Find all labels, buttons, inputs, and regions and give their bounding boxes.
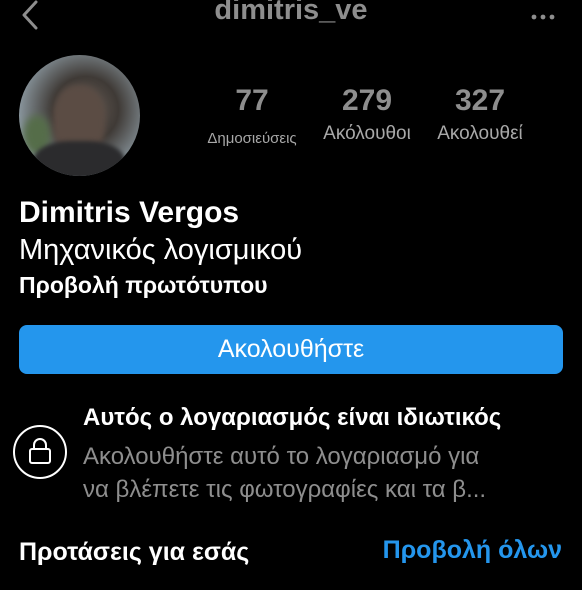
profile-username: dimitris_ve — [214, 0, 368, 26]
more-options-button[interactable] — [530, 4, 556, 24]
bio-text: Μηχανικός λογισμικού — [19, 234, 303, 266]
stat-followers[interactable]: 279 Ακόλουθοι — [312, 83, 422, 147]
private-desc-line-1: Ακολουθήστε αυτό το λογαριασμό για — [83, 443, 480, 470]
more-horizontal-icon — [531, 14, 555, 20]
private-lock-badge — [13, 425, 67, 479]
stat-followers-label: Ακόλουθοι — [323, 123, 411, 144]
display-name: Dimitris Vergos — [19, 196, 240, 229]
profile-page: dimitris_ve 77 Δημοσιεύσεις 279 Ακόλουθο… — [0, 0, 582, 590]
stat-posts-label: Δημοσιεύσεις — [207, 130, 297, 147]
stat-following-count: 327 — [454, 84, 506, 117]
view-original-link[interactable]: Προβολή πρωτότυπου — [19, 272, 268, 299]
follow-button[interactable]: Ακολουθήστε — [19, 325, 563, 374]
private-desc-line-2: να βλέπετε τις φωτογραφίες και τα β... — [83, 476, 487, 503]
stat-following[interactable]: 327 Ακολουθεί — [426, 83, 534, 147]
private-account-description: Ακολουθήστε αυτό το λογαριασμό για να βλ… — [83, 440, 573, 506]
suggestions-heading: Προτάσεις για εσάς — [19, 538, 250, 566]
stat-followers-count: 279 — [341, 84, 393, 117]
stat-posts[interactable]: 77 Δημοσιεύσεις — [200, 83, 304, 152]
avatar[interactable] — [19, 55, 140, 176]
stat-posts-count: 77 — [235, 84, 269, 117]
private-account-title: Αυτός ο λογαριασμός είναι ιδιωτικός — [83, 404, 502, 431]
lock-icon — [29, 438, 51, 464]
stat-following-label: Ακολουθεί — [437, 123, 523, 144]
view-all-link[interactable]: Προβολή όλων — [383, 536, 562, 565]
